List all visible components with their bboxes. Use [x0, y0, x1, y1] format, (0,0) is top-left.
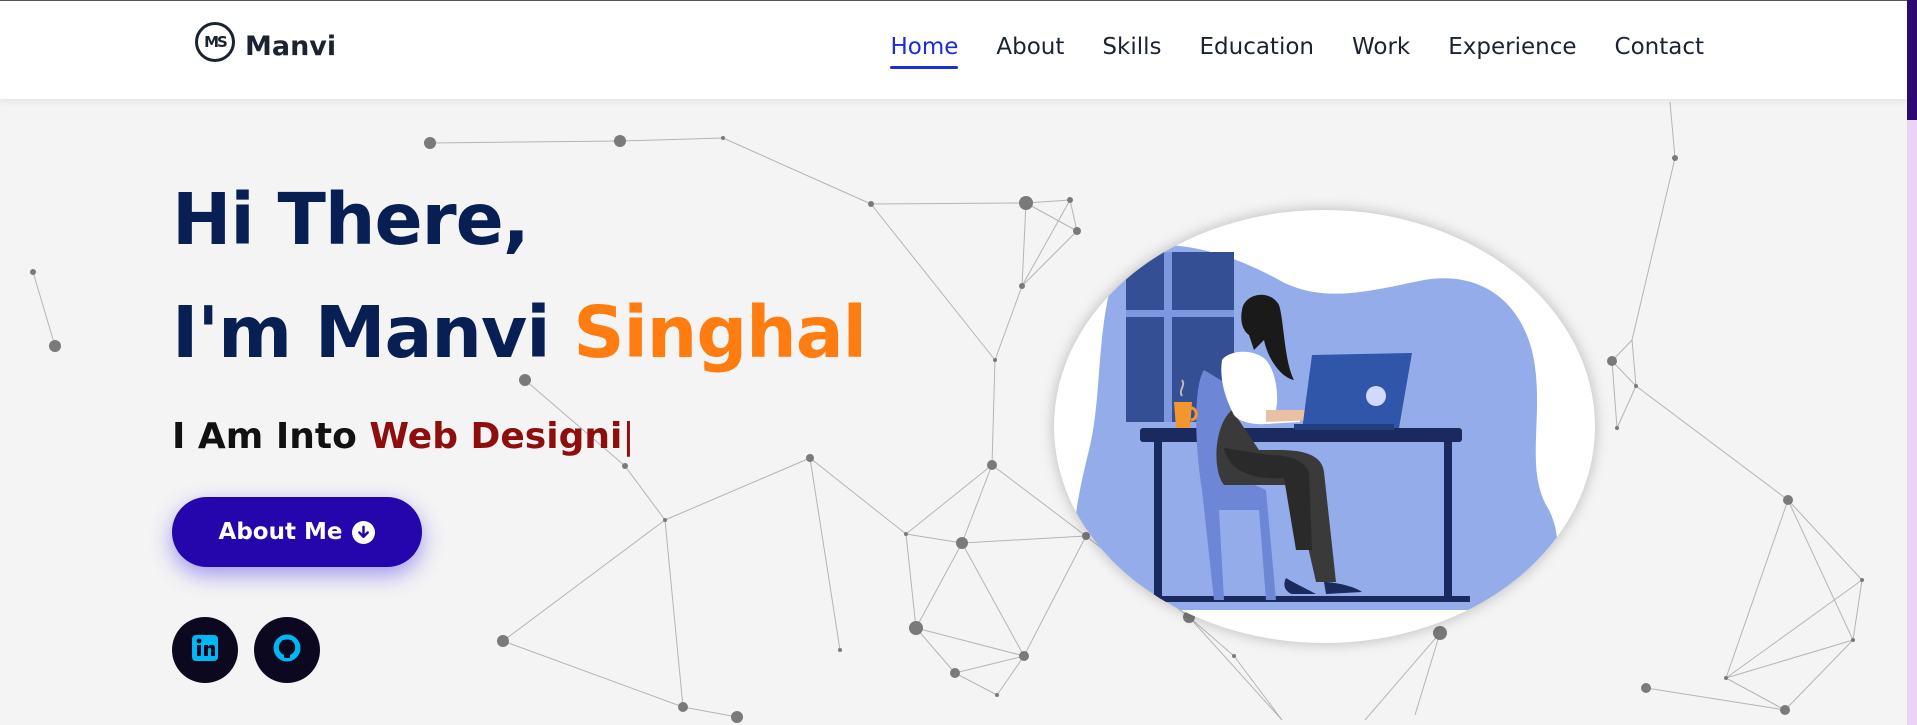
top-navbar: MS Manvi Home About Skills Education Wor… [0, 0, 1907, 99]
typing-prefix: I Am Into [172, 416, 357, 457]
nav-work[interactable]: Work [1352, 34, 1410, 69]
woman-working-on-laptop-icon [1072, 244, 1558, 611]
logo-name: Manvi [245, 31, 337, 62]
page-scrollbar[interactable] [1907, 0, 1917, 725]
github-link[interactable] [254, 617, 320, 683]
hero-surname: Singhal [573, 291, 867, 374]
about-me-button[interactable]: About Me [172, 497, 422, 567]
logo[interactable]: MS Manvi [195, 21, 336, 62]
hero-intro: I'm Manvi [172, 291, 551, 374]
typing-caret: | [622, 416, 635, 457]
main-nav: Home About Skills Education Work Experie… [852, 34, 1704, 69]
typing-word: Web Designi [369, 416, 623, 457]
linkedin-link[interactable] [172, 617, 238, 683]
typing-text: I Am Into Web Designi| [172, 416, 634, 457]
about-me-label: About Me [218, 519, 343, 545]
nav-home[interactable]: Home [890, 34, 958, 69]
nav-education[interactable]: Education [1199, 34, 1314, 69]
hero-greeting: Hi There, [172, 178, 530, 261]
github-icon [272, 633, 302, 667]
linkedin-icon [191, 634, 219, 666]
page: MS Manvi Home About Skills Education Wor… [0, 0, 1917, 725]
nav-contact[interactable]: Contact [1615, 34, 1704, 69]
scrollbar-thumb[interactable] [1907, 0, 1917, 120]
logo-monogram: MS [195, 21, 235, 62]
hero-name: I'm Manvi Singhal [172, 291, 867, 374]
hero-illustration [1054, 210, 1595, 643]
arrow-circle-down-icon [352, 520, 376, 544]
nav-experience[interactable]: Experience [1448, 34, 1576, 69]
nav-about[interactable]: About [996, 34, 1064, 69]
nav-skills[interactable]: Skills [1102, 34, 1161, 69]
